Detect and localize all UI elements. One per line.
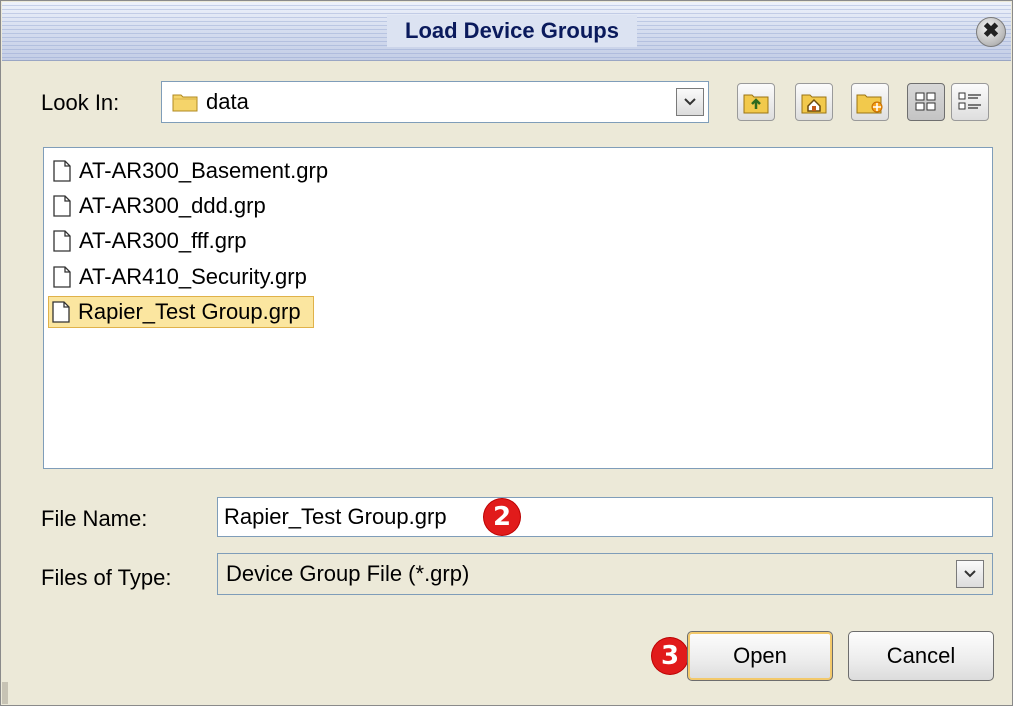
step-3-callout-badge: 3: [652, 638, 688, 674]
up-one-level-icon: [743, 94, 769, 114]
list-view-button[interactable]: [907, 83, 945, 121]
file-list-item[interactable]: AT-AR300_Basement.grp: [50, 155, 340, 187]
document-icon: [53, 195, 71, 217]
details-view-button[interactable]: [951, 83, 989, 121]
file-name-text: AT-AR300_ddd.grp: [79, 193, 266, 218]
home-button[interactable]: [795, 83, 833, 121]
load-device-groups-dialog: Load Device Groups ✖ Look In: data AT-AR…: [0, 0, 1013, 706]
file-list-item[interactable]: AT-AR300_fff.grp: [50, 225, 259, 257]
new-folder-button[interactable]: [851, 83, 889, 121]
file-list[interactable]: AT-AR300_Basement.grp AT-AR300_ddd.grp A…: [43, 147, 993, 469]
look-in-combo[interactable]: data: [161, 81, 709, 123]
open-button[interactable]: Open: [687, 631, 833, 681]
close-button[interactable]: ✖: [976, 17, 1006, 47]
file-list-item[interactable]: AT-AR300_ddd.grp: [50, 190, 278, 222]
details-view-icon: [958, 92, 981, 110]
chevron-down-icon: [684, 98, 696, 106]
file-list-item-selected[interactable]: Rapier_Test Group.grp: [48, 296, 314, 328]
dialog-title: Load Device Groups: [387, 15, 637, 47]
document-icon: [53, 230, 71, 252]
file-name-label: File Name:: [41, 506, 148, 531]
cancel-button[interactable]: Cancel: [848, 631, 994, 681]
home-icon: [801, 94, 827, 114]
file-name-field[interactable]: Rapier_Test Group.grp: [217, 497, 993, 537]
file-name-text: AT-AR300_fff.grp: [79, 228, 247, 253]
files-of-type-value: Device Group File (*.grp): [226, 561, 470, 586]
document-icon: [53, 266, 71, 288]
title-bar[interactable]: Load Device Groups ✖: [2, 2, 1011, 61]
files-of-type-label: Files of Type:: [41, 565, 172, 590]
new-folder-icon: [856, 94, 883, 114]
look-in-label: Look In:: [41, 90, 120, 115]
document-icon: [53, 160, 71, 182]
files-of-type-select[interactable]: Device Group File (*.grp): [217, 553, 993, 595]
look-in-dropdown-button[interactable]: [676, 88, 704, 116]
file-name-value: Rapier_Test Group.grp: [224, 504, 447, 529]
look-in-value: data: [206, 89, 249, 114]
file-list-item[interactable]: AT-AR410_Security.grp: [50, 261, 319, 293]
chevron-down-icon: [964, 570, 976, 578]
folder-icon: [172, 94, 198, 112]
list-view-icon: [915, 92, 936, 111]
document-icon: [52, 301, 70, 323]
step-2-callout-badge: 2: [484, 499, 520, 535]
files-of-type-dropdown-button[interactable]: [956, 560, 984, 588]
file-name-text: Rapier_Test Group.grp: [78, 299, 301, 324]
file-name-text: AT-AR410_Security.grp: [79, 264, 307, 289]
file-name-text: AT-AR300_Basement.grp: [79, 158, 329, 183]
close-icon: ✖: [982, 20, 1000, 42]
resize-handle[interactable]: [2, 682, 8, 704]
up-one-level-button[interactable]: [737, 83, 775, 121]
